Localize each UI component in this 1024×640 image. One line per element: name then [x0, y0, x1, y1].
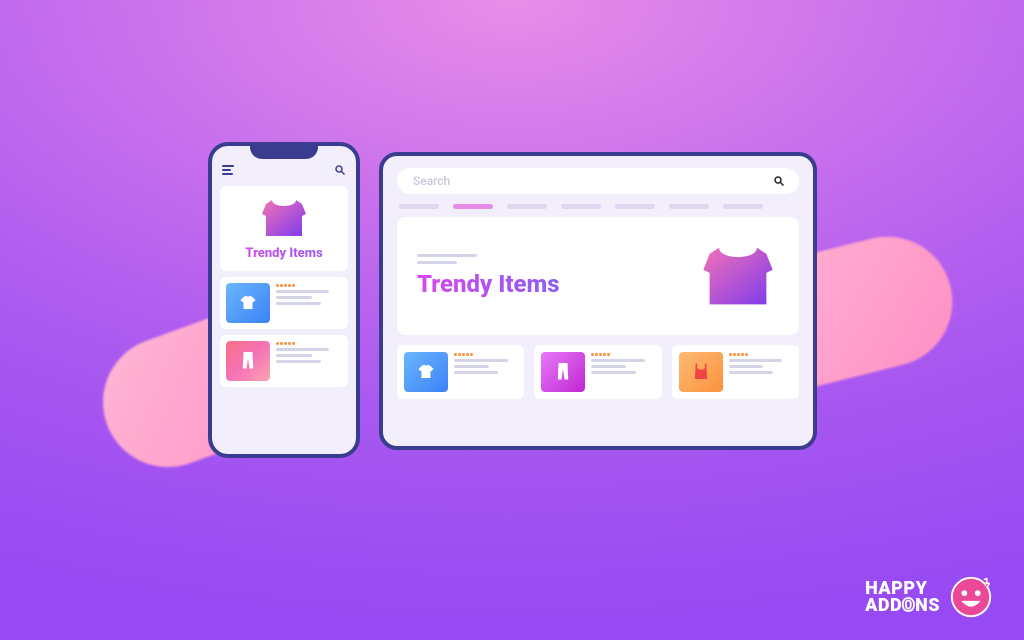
phone-notch [250, 145, 318, 159]
product-info [276, 341, 342, 381]
tab-item[interactable] [507, 204, 547, 209]
product-thumb [226, 341, 270, 381]
product-thumb [226, 283, 270, 323]
phone-product-card[interactable] [220, 335, 348, 387]
tank-top-icon [694, 363, 708, 381]
search-icon [773, 175, 785, 187]
canvas: Trendy Items [0, 0, 1024, 640]
pants-icon [557, 362, 569, 382]
tshirt-icon [239, 295, 257, 311]
rating-stars [591, 353, 654, 356]
logo-line2: ADDONS [865, 597, 940, 614]
phone-product-card[interactable] [220, 277, 348, 329]
tab-item[interactable] [399, 204, 439, 209]
hamburger-icon[interactable] [222, 165, 234, 175]
search-icon[interactable] [334, 164, 346, 176]
tab-item[interactable] [669, 204, 709, 209]
sweater-icon [697, 241, 779, 311]
brand-logo: HAPPY ADDONS [865, 574, 994, 620]
product-info [454, 352, 517, 392]
rating-stars [729, 353, 792, 356]
product-thumb [541, 352, 585, 392]
tab-item[interactable] [615, 204, 655, 209]
tab-item[interactable] [561, 204, 601, 209]
pants-icon [242, 351, 254, 371]
tablet-hero-title: Trendy Items [417, 270, 560, 298]
tab-bar [399, 204, 797, 209]
product-info [729, 352, 792, 392]
product-card[interactable] [534, 345, 661, 399]
search-placeholder: Search [413, 174, 450, 188]
sweater-icon [258, 196, 310, 240]
hero-eyebrow [417, 254, 560, 264]
rating-stars [276, 284, 342, 287]
phone-hero-card[interactable]: Trendy Items [220, 186, 348, 271]
search-input[interactable]: Search [397, 168, 799, 194]
phone-mockup: Trendy Items [208, 142, 360, 458]
product-card[interactable] [397, 345, 524, 399]
product-row [397, 345, 799, 399]
tablet-hero-card[interactable]: Trendy Items [397, 217, 799, 335]
tab-item[interactable] [723, 204, 763, 209]
phone-hero-title: Trendy Items [228, 246, 340, 261]
tab-item-active[interactable] [453, 204, 493, 209]
rating-stars [276, 342, 342, 345]
tablet-mockup: Search Trendy Items [379, 152, 817, 450]
tshirt-icon [417, 364, 435, 380]
rating-stars [454, 353, 517, 356]
product-thumb [404, 352, 448, 392]
logo-face-icon [948, 574, 994, 620]
product-info [276, 283, 342, 323]
product-thumb [679, 352, 723, 392]
product-info [591, 352, 654, 392]
product-card[interactable] [672, 345, 799, 399]
